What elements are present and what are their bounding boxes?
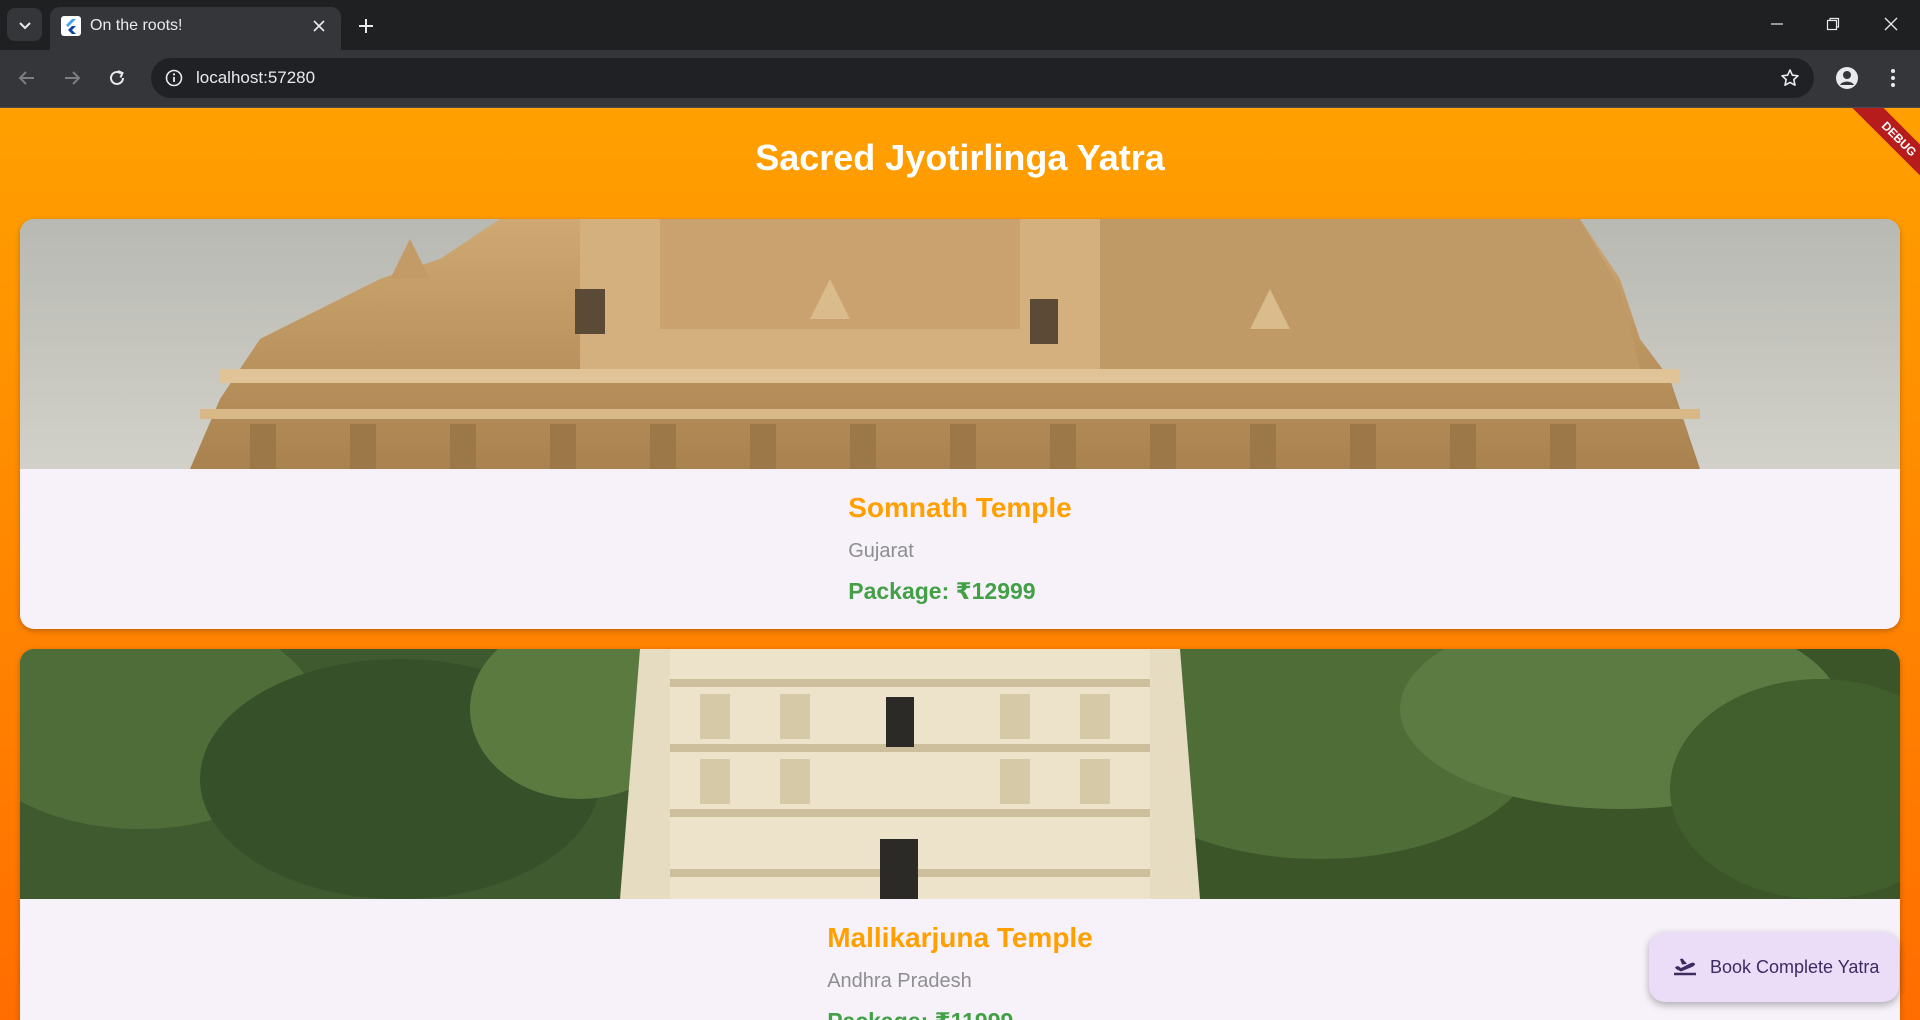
- temple-price: Package: ₹11999: [827, 1007, 1013, 1020]
- new-tab-button[interactable]: [352, 12, 380, 40]
- close-icon: [313, 20, 325, 32]
- temple-state: Gujarat: [848, 540, 914, 562]
- page-title: Sacred Jyotirlinga Yatra: [755, 137, 1165, 178]
- temple-info: Somnath Temple Gujarat Package: ₹12999: [20, 469, 1900, 629]
- restore-icon: [1826, 17, 1840, 31]
- forward-button[interactable]: [55, 61, 89, 95]
- temple-image: [20, 219, 1900, 469]
- temple-card[interactable]: Somnath Temple Gujarat Package: ₹12999: [20, 219, 1900, 629]
- temple-price: Package: ₹12999: [848, 578, 1036, 604]
- url-text: localhost:57280: [196, 68, 316, 87]
- site-info-button[interactable]: [161, 65, 187, 91]
- close-icon: [1884, 17, 1898, 31]
- fab-label: Book Complete Yatra: [1710, 957, 1880, 977]
- tab-close-button[interactable]: [308, 15, 330, 37]
- book-complete-yatra-button[interactable]: Book Complete Yatra: [1649, 932, 1899, 1002]
- tab-title: On the roots!: [90, 17, 183, 34]
- plus-icon: [359, 19, 373, 33]
- browser-menu-button[interactable]: [1876, 61, 1910, 95]
- flight-takeoff-icon: [1671, 953, 1699, 981]
- temple-card[interactable]: Mallikarjuna Temple Andhra Pradesh Packa…: [20, 649, 1900, 1020]
- tab-search-button[interactable]: [7, 8, 42, 41]
- back-button[interactable]: [10, 61, 44, 95]
- reload-icon: [110, 70, 124, 85]
- temple-image: [20, 649, 1900, 899]
- restore-button[interactable]: [1808, 6, 1858, 42]
- temple-name: Somnath Temple: [848, 492, 1072, 523]
- arrow-right-icon: [65, 71, 81, 85]
- temple-name: Mallikarjuna Temple: [827, 922, 1093, 953]
- minimize-button[interactable]: [1752, 6, 1802, 42]
- star-icon: [1781, 69, 1799, 86]
- browser-tab-active[interactable]: On the roots!: [50, 7, 341, 50]
- reload-button[interactable]: [100, 61, 134, 95]
- app-viewport[interactable]: Sacred Jyotirlinga Yatra DEBUG Somnath T…: [0, 108, 1920, 1020]
- info-icon: [165, 69, 183, 87]
- profile-button[interactable]: [1830, 61, 1864, 95]
- browser-tab-strip: On the roots!: [0, 0, 1920, 50]
- temple-info: Mallikarjuna Temple Andhra Pradesh Packa…: [20, 899, 1900, 1020]
- close-window-button[interactable]: [1866, 6, 1916, 42]
- arrow-left-icon: [18, 71, 34, 85]
- person-icon: [1836, 67, 1858, 89]
- browser-toolbar: localhost:57280: [0, 50, 1920, 108]
- bookmark-button[interactable]: [1776, 64, 1804, 92]
- chevron-down-icon: [18, 21, 31, 29]
- more-vert-icon: [1891, 69, 1895, 87]
- address-bar[interactable]: localhost:57280: [151, 58, 1814, 98]
- minimize-icon: [1771, 23, 1783, 25]
- flutter-favicon-icon: [61, 16, 81, 36]
- temple-state: Andhra Pradesh: [827, 970, 972, 992]
